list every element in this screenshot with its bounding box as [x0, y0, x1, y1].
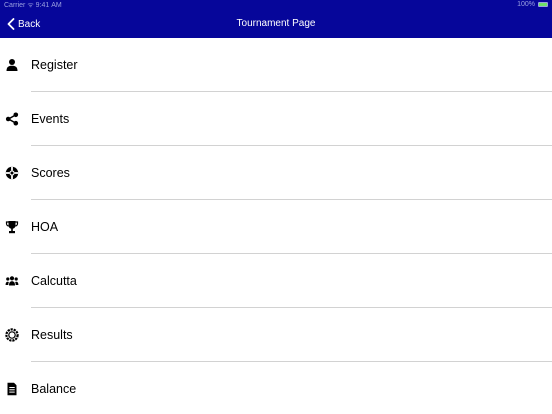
status-bar: Carrier ᯤ 9:41 AM 100% — [0, 0, 552, 10]
user-icon — [5, 58, 19, 72]
menu-item-label: Scores — [31, 166, 70, 180]
menu-item-label: HOA — [31, 220, 59, 234]
share-icon — [5, 112, 19, 126]
menu-item-label: Register — [31, 58, 78, 72]
circle-notch-icon — [5, 328, 19, 342]
menu-item-calcutta[interactable]: Calcutta — [0, 254, 552, 308]
menu-item-register[interactable]: Register — [0, 38, 552, 92]
document-icon — [5, 382, 19, 396]
menu-item-label: Events — [31, 112, 70, 126]
menu-item-events[interactable]: Events — [0, 92, 552, 146]
page-title: Tournament Page — [236, 18, 316, 29]
menu-item-balance[interactable]: Balance — [0, 362, 552, 414]
menu-item-hoa[interactable]: HOA — [0, 200, 552, 254]
navigation-bar: Carrier ᯤ 9:41 AM 100% Back Tournament P… — [0, 0, 552, 38]
tournament-screen: Carrier ᯤ 9:41 AM 100% Back Tournament P… — [0, 0, 552, 414]
menu-item-label: Calcutta — [31, 274, 77, 288]
group-icon — [5, 274, 19, 288]
nav-row: Back Tournament Page — [0, 12, 552, 36]
battery-percent: 100% — [517, 1, 535, 8]
battery-icon — [538, 2, 548, 7]
tournament-menu: Register Events Scores HOA Calcutta Resu… — [0, 38, 552, 414]
menu-item-results[interactable]: Results — [0, 308, 552, 362]
status-right: 100% — [517, 1, 548, 8]
life-ring-icon — [5, 166, 19, 180]
menu-item-label: Results — [31, 328, 73, 342]
status-carrier-time: Carrier ᯤ 9:41 AM — [4, 2, 62, 9]
trophy-icon — [5, 220, 19, 234]
menu-item-scores[interactable]: Scores — [0, 146, 552, 200]
menu-item-label: Balance — [31, 382, 77, 396]
